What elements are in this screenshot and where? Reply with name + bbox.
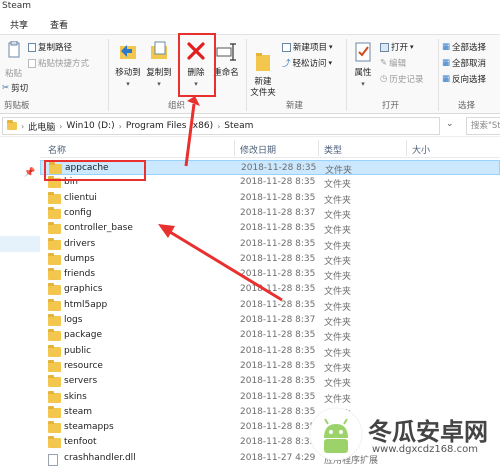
android-robot-logo-icon: [309, 407, 363, 461]
watermark-title: 冬瓜安卓网: [368, 418, 488, 446]
arrowhead-left-icon: [158, 224, 175, 238]
watermark: 冬瓜安卓网 www.dgxcdz168.com: [308, 406, 498, 462]
watermark-url: www.dgxcdz168.com: [372, 444, 478, 455]
arrow-to-appcache: [169, 230, 283, 302]
annotation-arrows: [158, 96, 283, 302]
arrow-to-delete: [184, 103, 196, 167]
